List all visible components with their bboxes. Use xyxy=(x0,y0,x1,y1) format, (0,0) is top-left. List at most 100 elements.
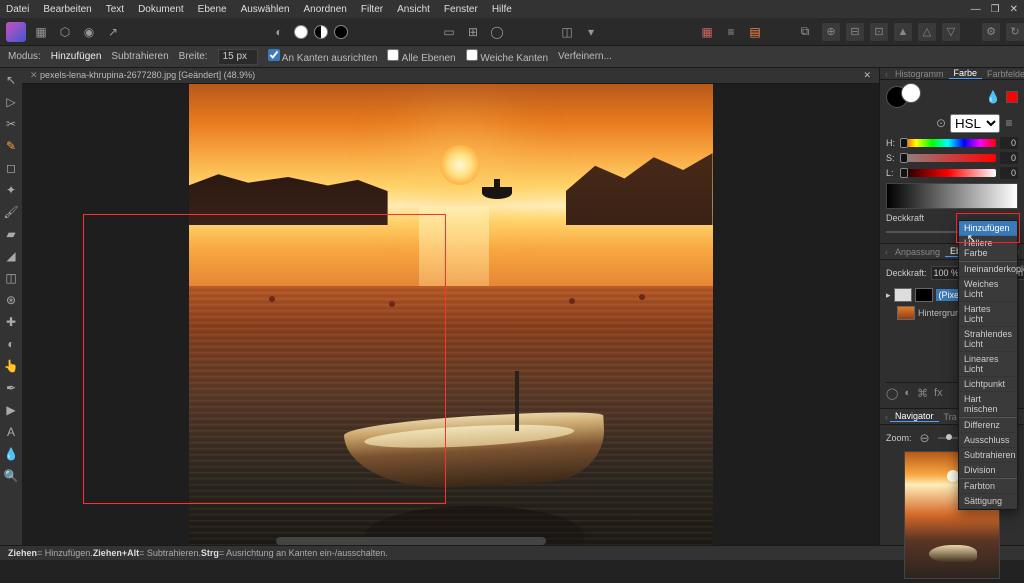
saturation-value[interactable]: 0 xyxy=(1000,152,1018,164)
weiche-kanten-checkbox[interactable]: Weiche Kanten xyxy=(466,49,548,64)
add-adjustment-icon[interactable]: ◐ xyxy=(904,387,911,400)
blend-division[interactable]: Division xyxy=(959,463,1017,478)
arrange-distribute-icon[interactable]: ▤ xyxy=(746,23,764,41)
blend-subtrahieren[interactable]: Subtrahieren xyxy=(959,448,1017,463)
insert-target-icon[interactable]: ⊕ xyxy=(822,23,840,41)
crop-tool-icon[interactable]: ✂ xyxy=(3,116,19,132)
blend-hart-mischen[interactable]: Hart mischen xyxy=(959,392,1017,417)
persona-liquify-icon[interactable]: ⬡ xyxy=(56,23,74,41)
saturation-slider[interactable] xyxy=(900,154,996,162)
insert-inside-icon[interactable]: ⊟ xyxy=(846,23,864,41)
zoom-out-icon[interactable]: ⊖ xyxy=(916,429,934,447)
menu-text[interactable]: Text xyxy=(106,4,124,15)
lightness-slider[interactable] xyxy=(900,169,996,177)
blend-ausschluss[interactable]: Ausschluss xyxy=(959,433,1017,448)
tab-anpassung[interactable]: Anpassung xyxy=(890,247,945,257)
eyedropper-icon[interactable]: ⊙ xyxy=(932,114,950,132)
menu-dokument[interactable]: Dokument xyxy=(138,4,184,15)
menu-ansicht[interactable]: Ansicht xyxy=(397,4,430,15)
dropdown-icon[interactable]: ▾ xyxy=(582,23,600,41)
gradient-tool-icon[interactable]: ◢ xyxy=(3,248,19,264)
mode-hinzufuegen[interactable]: Hinzufügen xyxy=(51,51,102,62)
blend-strahlendes-licht[interactable]: Strahlendes Licht xyxy=(959,327,1017,352)
smudge-tool-icon[interactable]: 👆 xyxy=(3,358,19,374)
menu-datei[interactable]: Datei xyxy=(6,4,29,15)
menu-fenster[interactable]: Fenster xyxy=(444,4,478,15)
arrange-grid-icon[interactable]: ▦ xyxy=(698,23,716,41)
flood-select-tool-icon[interactable]: ✦ xyxy=(3,182,19,198)
panel-menu-icon[interactable]: ≡ xyxy=(1000,114,1018,132)
arrange-align-icon[interactable]: ≡ xyxy=(722,23,740,41)
breite-input[interactable] xyxy=(218,49,258,65)
selection-brush-tool-icon[interactable]: ✎ xyxy=(3,138,19,154)
clone-tool-icon[interactable]: ⊛ xyxy=(3,292,19,308)
tab-histogramm[interactable]: Histogramm xyxy=(890,69,949,79)
menu-ebene[interactable]: Ebene xyxy=(198,4,227,15)
insert-behind-icon[interactable]: ⊡ xyxy=(870,23,888,41)
persona-export-icon[interactable]: ↗ xyxy=(104,23,122,41)
colorpicker-tool-icon[interactable]: 💧 xyxy=(3,446,19,462)
snapping-icon[interactable]: ⧉ xyxy=(796,23,814,41)
assistant-icon[interactable]: ⚙ xyxy=(982,23,1000,41)
hue-value[interactable]: 0 xyxy=(1000,137,1018,149)
document-tab[interactable]: ✕ pexels-lena-khrupina-2677280.jpg [Geän… xyxy=(22,68,879,84)
menu-bearbeiten[interactable]: Bearbeiten xyxy=(43,4,91,15)
alle-ebenen-checkbox[interactable]: Alle Ebenen xyxy=(387,49,455,64)
viewport[interactable] xyxy=(22,84,879,545)
lightness-value[interactable]: 0 xyxy=(1000,167,1018,179)
blend-ineinanderkopieren[interactable]: Ineinanderkopieren xyxy=(959,261,1017,277)
autolevels-icon[interactable]: ◐ xyxy=(270,23,288,41)
menu-filter[interactable]: Filter xyxy=(361,4,383,15)
recent-color-swatch[interactable] xyxy=(1006,91,1018,103)
paintbrush-tool-icon[interactable]: 🖌 xyxy=(3,204,19,220)
menu-hilfe[interactable]: Hilfe xyxy=(492,4,512,15)
selection-rect-icon[interactable]: ▭ xyxy=(440,23,458,41)
order-front-icon[interactable]: ▲ xyxy=(894,23,912,41)
text-tool-icon[interactable]: A xyxy=(3,424,19,440)
dodge-tool-icon[interactable]: ◐ xyxy=(3,336,19,352)
tab-farbe[interactable]: Farbe xyxy=(949,68,983,79)
zoom-tool-icon[interactable]: 🔍 xyxy=(3,468,19,484)
blend-lichtpunkt[interactable]: Lichtpunkt xyxy=(959,377,1017,392)
an-kanten-checkbox[interactable]: An Kanten ausrichten xyxy=(268,49,378,64)
window-maximize-button[interactable]: ❐ xyxy=(991,4,1000,15)
layer-expand-icon[interactable]: ▸ xyxy=(886,290,891,301)
colorpicker-icon[interactable]: 💧 xyxy=(984,88,1002,106)
blend-lineares-licht[interactable]: Lineares Licht xyxy=(959,352,1017,377)
blend-weiches-licht[interactable]: Weiches Licht xyxy=(959,277,1017,302)
order-back-icon[interactable]: ▽ xyxy=(942,23,960,41)
pen-tool-icon[interactable]: ✒ xyxy=(3,380,19,396)
blend-hinzufuegen[interactable]: Hinzufügen xyxy=(959,221,1017,236)
node-tool-icon[interactable]: ▷ xyxy=(3,94,19,110)
crop-icon[interactable]: ◫ xyxy=(558,23,576,41)
add-mask-icon[interactable]: ◯ xyxy=(886,387,898,400)
healing-tool-icon[interactable]: ✚ xyxy=(3,314,19,330)
window-close-button[interactable]: ✕ xyxy=(1010,4,1018,15)
swatch-grey-icon[interactable] xyxy=(314,25,328,39)
mode-subtrahieren[interactable]: Subtrahieren xyxy=(111,51,168,62)
menu-auswaehlen[interactable]: Auswählen xyxy=(241,4,290,15)
blend-hellere-farbe[interactable]: Hellere Farbe xyxy=(959,236,1017,261)
quickmask-icon[interactable]: ◯ xyxy=(488,23,506,41)
move-tool-icon[interactable]: ↖ xyxy=(3,72,19,88)
hue-slider[interactable] xyxy=(900,139,996,147)
colormode-select[interactable]: HSL xyxy=(950,114,1000,133)
menu-anordnen[interactable]: Anordnen xyxy=(304,4,347,15)
swatch-white-icon[interactable] xyxy=(294,25,308,39)
persona-photo-icon[interactable]: ▦ xyxy=(32,23,50,41)
order-forward-icon[interactable]: △ xyxy=(918,23,936,41)
foreground-color-swatch[interactable] xyxy=(886,86,908,108)
add-fx-icon[interactable]: fx xyxy=(934,387,943,400)
tab-farbfelder[interactable]: Farbfelder xyxy=(982,69,1024,79)
swatch-black-icon[interactable] xyxy=(334,25,348,39)
window-minimize-button[interactable]: — xyxy=(971,4,981,15)
fill-tool-icon[interactable]: ▰ xyxy=(3,226,19,242)
shape-tool-icon[interactable]: ▶ xyxy=(3,402,19,418)
eraser-tool-icon[interactable]: ◫ xyxy=(3,270,19,286)
blend-farbton[interactable]: Farbton xyxy=(959,478,1017,494)
persona-develop-icon[interactable]: ◉ xyxy=(80,23,98,41)
blend-differenz[interactable]: Differenz xyxy=(959,417,1017,433)
tab-navigator[interactable]: Navigator xyxy=(890,411,939,422)
sync-icon[interactable]: ↻ xyxy=(1006,23,1024,41)
tab-close-icon[interactable]: ✕ xyxy=(863,70,871,81)
